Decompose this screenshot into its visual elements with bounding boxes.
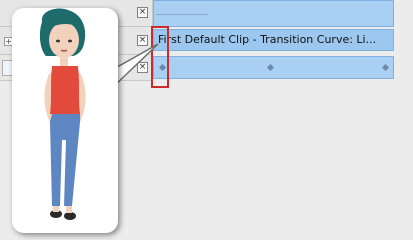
character-illustration (39, 8, 118, 220)
